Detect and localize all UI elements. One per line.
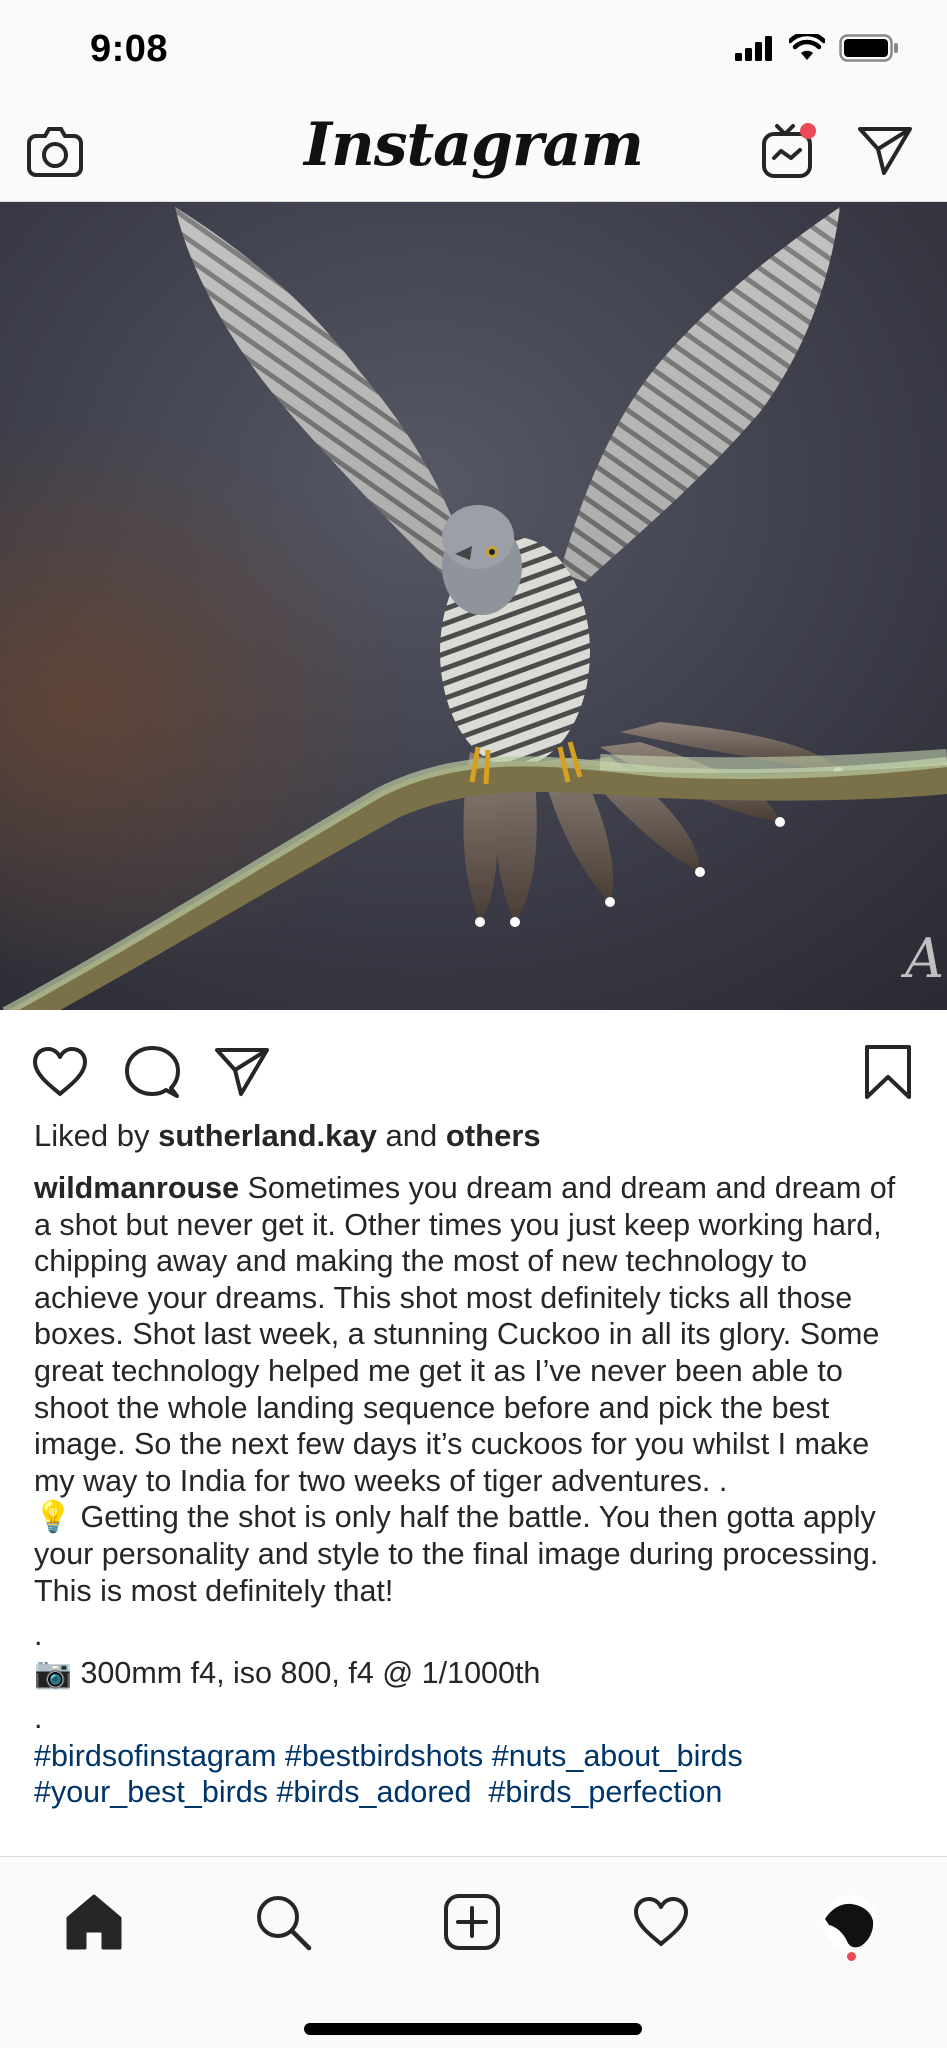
battery-icon — [839, 34, 899, 67]
igtv-icon — [762, 123, 816, 178]
post-caption: wildmanrouse Sometimes you dream and dre… — [34, 1170, 914, 1811]
search-icon — [257, 1896, 312, 1951]
save-button[interactable] — [856, 1040, 920, 1104]
share-button[interactable] — [210, 1040, 274, 1104]
tab-profile[interactable] — [815, 1887, 885, 1957]
share-icon — [215, 1048, 269, 1096]
status-bar: 9:08 — [0, 0, 947, 100]
like-button[interactable] — [28, 1040, 92, 1104]
liked-by-and: and — [385, 1118, 438, 1153]
tab-activity[interactable] — [626, 1887, 696, 1957]
lightbulb-emoji-icon: 💡 — [34, 1500, 72, 1535]
comment-button[interactable] — [120, 1040, 184, 1104]
tab-home[interactable] — [59, 1887, 129, 1957]
wifi-icon — [787, 31, 827, 67]
caption-main: wildmanrouse Sometimes you dream and dre… — [34, 1170, 914, 1499]
camera-settings-text: 300mm f4, iso 800, f4 @ 1/1000th — [80, 1656, 541, 1691]
post-actions — [0, 1010, 947, 1120]
liked-by-others-link[interactable]: others — [446, 1118, 541, 1153]
liked-by-user-link[interactable]: sutherland.kay — [158, 1118, 377, 1153]
new-post-icon — [444, 1894, 500, 1950]
direct-message-icon — [858, 127, 912, 175]
caption-dot: . — [34, 1700, 43, 1735]
tab-new-post[interactable] — [437, 1887, 507, 1957]
home-indicator[interactable] — [304, 2023, 642, 2035]
profile-icon — [823, 1895, 877, 1949]
camera-emoji-icon: 📷 — [34, 1656, 72, 1691]
tab-search[interactable] — [248, 1887, 318, 1957]
caption-camera-settings: 📷 300mm f4, iso 800, f4 @ 1/1000th — [34, 1655, 914, 1692]
photo-watermark: A — [900, 927, 944, 990]
cuckoo-photo: A — [0, 202, 947, 1010]
activity-icon — [634, 1897, 688, 1946]
bottom-tab-bar — [0, 1856, 947, 2048]
liked-by-line: Liked by sutherland.kay and others — [34, 1118, 541, 1154]
status-icons — [735, 31, 899, 67]
caption-tip: 💡 Getting the shot is only half the batt… — [34, 1499, 914, 1609]
hashtags-line[interactable]: #birdsofinstagram #bestbirdshots #nuts_a… — [34, 1738, 914, 1775]
notification-dot — [800, 123, 816, 139]
direct-message-button[interactable] — [852, 118, 918, 184]
status-time: 9:08 — [90, 28, 169, 70]
post-photo[interactable]: A — [0, 202, 947, 1010]
cellular-signal-icon — [735, 35, 775, 66]
bookmark-icon — [865, 1045, 911, 1099]
top-navigation: Instagram — [0, 100, 947, 202]
comment-icon — [125, 1046, 180, 1098]
caption-username[interactable]: wildmanrouse — [34, 1171, 239, 1205]
caption-text: Sometimes you dream and dream and dream … — [34, 1171, 896, 1498]
liked-by-prefix: Liked by — [34, 1118, 150, 1153]
caption-tip-text: Getting the shot is only half the battle… — [34, 1500, 879, 1608]
hashtags-line[interactable]: #your_best_birds #birds_adored #birds_pe… — [34, 1774, 914, 1811]
profile-notification-dot — [847, 1952, 856, 1961]
caption-dot: . — [34, 1618, 43, 1653]
heart-icon — [33, 1047, 87, 1096]
home-icon — [66, 1894, 122, 1950]
igtv-button[interactable] — [756, 118, 822, 184]
